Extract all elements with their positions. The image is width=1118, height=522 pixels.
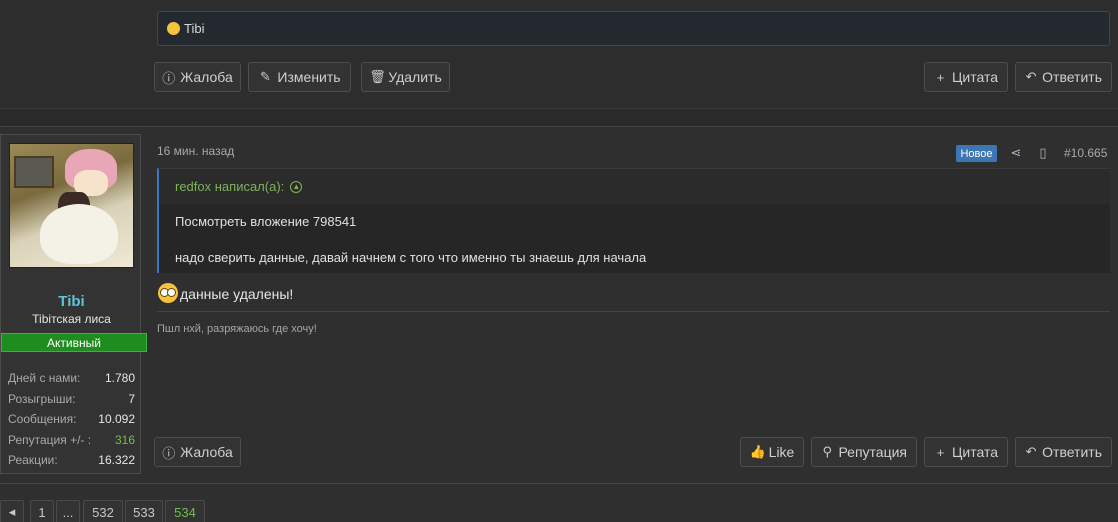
reply-button[interactable]: ↶ Ответить [1015, 62, 1112, 92]
reply-icon: ↶ [1025, 69, 1037, 84]
stat-label: Сообщения: [8, 412, 77, 427]
stat-value: 10.092 [98, 412, 135, 427]
quote-button[interactable]: + Цитата [924, 437, 1008, 467]
report-button[interactable]: ⓘ Жалоба [154, 437, 241, 467]
flushed-emoji-icon [158, 283, 178, 303]
quote-block: redfox написал(а): ▲ Посмотреть вложение… [157, 168, 1110, 273]
alert-circle-icon: ⓘ [162, 445, 176, 461]
post-message: данные удалены! [158, 283, 293, 303]
quote-button[interactable]: + Цитата [924, 62, 1008, 92]
username[interactable]: Tibi [1, 293, 142, 310]
pagination-prev-button[interactable]: ◂ [0, 500, 24, 522]
reply-icon: ↶ [1025, 444, 1037, 459]
quote-author[interactable]: redfox написал(а): [175, 179, 284, 194]
stat-label: Репутация +/- : [8, 432, 92, 447]
post-bottom-border [0, 483, 1118, 484]
avatar-part [14, 156, 54, 188]
laughing-emoji-icon [167, 22, 180, 35]
post-gap [0, 109, 1118, 126]
plus-icon: + [936, 444, 945, 460]
page-533[interactable]: 533 [125, 500, 163, 522]
post-timestamp[interactable]: 16 мин. назад [157, 144, 234, 158]
stat-days: Дней с нами: 1.780 [8, 368, 135, 389]
user-stats: Дней с нами: 1.780 Розыгрыши: 7 Сообщени… [8, 368, 135, 471]
share-icon[interactable]: ⋖ [1008, 145, 1024, 161]
page-532[interactable]: 532 [83, 500, 123, 522]
avatar[interactable] [9, 143, 134, 268]
alert-circle-icon: ⓘ [162, 70, 176, 86]
quote-text: надо сверить данные, давай начнем с того… [175, 250, 647, 265]
delete-button[interactable]: 🗑 Удалить [361, 62, 450, 92]
status-badge: Активный [1, 333, 147, 352]
stat-value: 1.780 [104, 371, 135, 386]
stat-reputation: Репутация +/- : 316 [8, 430, 135, 451]
stat-reactions: Реакции: 16.322 [8, 450, 135, 471]
edit-button[interactable]: ✎ Изменить [248, 62, 351, 92]
stat-label: Реакции: [8, 453, 58, 468]
reply-button[interactable]: ↶ Ответить [1015, 437, 1112, 467]
edit-icon: ✎ [259, 69, 271, 84]
user-title: Tibiтская лиса [32, 312, 111, 326]
stat-label: Дней с нами: [8, 371, 81, 386]
stat-giveaways: Розыгрыши: 7 [8, 389, 135, 410]
message-text: данные удалены! [180, 286, 294, 302]
signature-text: Tibi [184, 21, 205, 36]
arrow-up-icon[interactable]: ▲ [290, 180, 303, 193]
new-badge: Новое [956, 145, 997, 162]
trash-icon: 🗑 [369, 69, 386, 84]
report-button[interactable]: ⓘ Жалоба [154, 62, 241, 92]
like-button[interactable]: 👍 Like [740, 437, 804, 467]
post-number[interactable]: #10.665 [1064, 146, 1107, 160]
bookmark-icon[interactable]: ▯ [1035, 145, 1051, 161]
post-top-border [0, 126, 1118, 127]
quote-header: redfox написал(а): ▲ [159, 169, 1110, 204]
thumbs-up-icon: 👍 [749, 444, 766, 459]
user-card: Tibi Tibiтская лиса Активный Дней с нами… [0, 134, 147, 474]
quote-attachment-link[interactable]: Посмотреть вложение 798541 [175, 214, 356, 229]
plus-icon: + [936, 69, 945, 85]
page-534-current[interactable]: 534 [165, 500, 205, 522]
reputation-button[interactable]: ⚲ Репутация [811, 437, 917, 467]
stat-value: 7 [128, 391, 135, 406]
user-signature: Пшл нхй, разряжаюсь где хочу! [157, 323, 317, 335]
page-ellipsis[interactable]: ... [56, 500, 80, 522]
stat-messages: Сообщения: 10.092 [8, 409, 135, 430]
stat-label: Розыгрыши: [8, 391, 76, 406]
signature-separator [157, 311, 1110, 312]
avatar-part [40, 204, 118, 264]
previous-post-signature: Tibi [157, 11, 1110, 46]
page-1[interactable]: 1 [30, 500, 54, 522]
stat-value: 316 [114, 432, 135, 447]
stat-value: 16.322 [98, 453, 135, 468]
search-icon: ⚲ [822, 444, 832, 459]
